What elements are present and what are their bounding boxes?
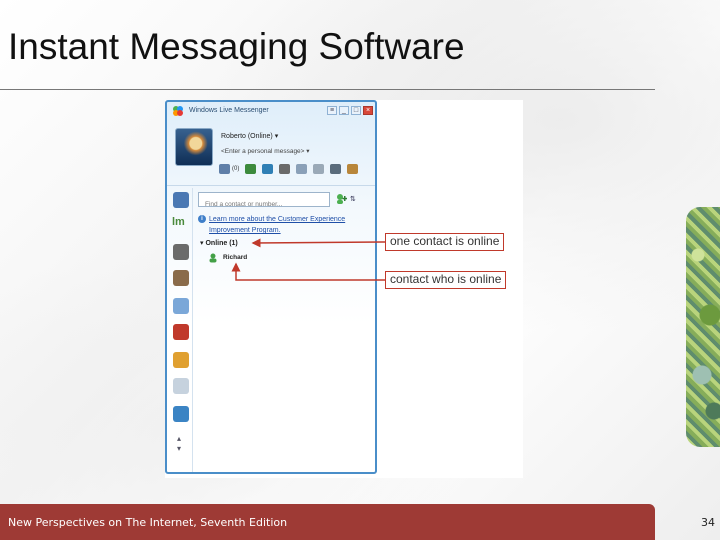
callout-lines [231, 238, 386, 281]
callout-online-count: one contact is online [385, 233, 505, 251]
callout-arrow-online-contact [231, 262, 385, 281]
callout-arrow-online-count [251, 238, 386, 248]
callout-online-contact: contact who is online [385, 271, 507, 289]
page-number: 34 [701, 516, 715, 529]
footer-text: New Perspectives on The Internet, Sevent… [8, 516, 288, 529]
